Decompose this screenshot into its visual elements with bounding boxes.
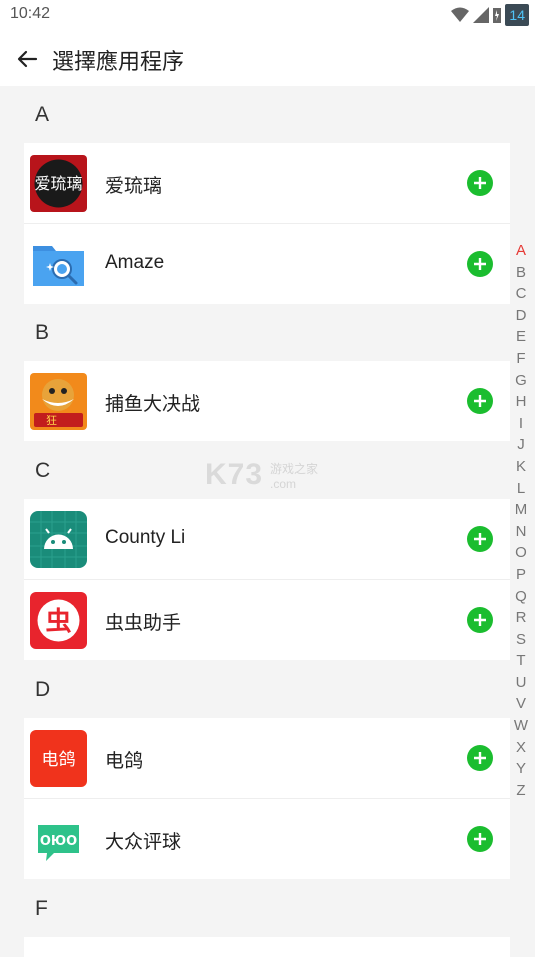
status-bar: 10:42 14	[0, 0, 535, 32]
ailiuli-app-icon: 爱琉璃	[30, 155, 87, 212]
buyu-app-icon: 狂	[30, 373, 87, 430]
app-name: 电鸽	[105, 751, 144, 772]
dazhong-icon-text: ОЮО	[40, 834, 77, 849]
plus-icon	[474, 833, 486, 845]
list-item[interactable]: 虫 虫虫助手	[24, 579, 510, 660]
plus-icon	[474, 395, 486, 407]
section-card-c: County Li 虫 虫虫助手	[24, 499, 510, 660]
list-item[interactable]: 电鸽 电鸽	[24, 718, 510, 798]
app-name: County Li	[105, 527, 186, 548]
list-item[interactable]: Amaze	[24, 223, 510, 304]
index-letter-z[interactable]: Z	[516, 780, 525, 802]
watermark-domain: .com	[270, 477, 297, 491]
app-bar: 選擇應用程序	[0, 32, 535, 86]
index-letter-c[interactable]: C	[516, 283, 527, 305]
index-letter-g[interactable]: G	[515, 370, 527, 392]
app-name: 大众评球	[105, 832, 182, 853]
add-button[interactable]	[467, 607, 493, 633]
index-letter-a[interactable]: A	[516, 240, 526, 262]
add-button[interactable]	[467, 388, 493, 414]
diange-app-icon: 电鸽	[30, 730, 87, 787]
battery-level: 14	[505, 4, 529, 26]
section-card-b: 狂 捕鱼大决战	[24, 361, 510, 441]
add-button[interactable]	[467, 745, 493, 771]
index-letter-r[interactable]: R	[516, 607, 527, 629]
index-letter-v[interactable]: V	[516, 693, 526, 715]
index-letter-t[interactable]: T	[516, 650, 525, 672]
index-letter-u[interactable]: U	[516, 672, 527, 694]
section-header-f: F	[35, 897, 48, 920]
section-header-d: D	[35, 678, 51, 701]
page-title: 選擇應用程序	[52, 49, 185, 74]
index-letter-o[interactable]: O	[515, 542, 527, 564]
index-letter-w[interactable]: W	[514, 715, 528, 737]
section-header-b: B	[35, 321, 50, 344]
app-list[interactable]: A 爱琉璃 爱琉璃 Amaze B 狂 捕鱼大决战 C County Li 虫 …	[0, 86, 535, 957]
chongchong-app-icon: 虫	[30, 592, 87, 649]
index-letter-y[interactable]: Y	[516, 758, 526, 780]
status-icons: 14	[451, 4, 529, 26]
index-letter-i[interactable]: I	[519, 413, 523, 435]
watermark-text: 游戏之家 .com	[270, 460, 318, 491]
plus-icon	[474, 258, 486, 270]
index-letter-k[interactable]: K	[516, 456, 526, 478]
chongchong-icon-text: 虫	[45, 607, 71, 637]
index-letter-h[interactable]: H	[516, 391, 527, 413]
plus-icon	[474, 752, 486, 764]
index-letter-x[interactable]: X	[516, 737, 526, 759]
index-letter-d[interactable]: D	[516, 305, 527, 327]
index-letter-e[interactable]: E	[516, 326, 526, 348]
add-button[interactable]	[467, 826, 493, 852]
plus-icon	[474, 177, 486, 189]
app-name: 爱琉璃	[105, 176, 163, 197]
section-header-a: A	[35, 103, 50, 126]
index-letter-b[interactable]: B	[516, 262, 526, 284]
buyu-icon-text: 狂	[46, 414, 57, 427]
index-letter-f[interactable]: F	[516, 348, 525, 370]
list-item[interactable]: ОЮО 大众评球	[24, 798, 510, 879]
plus-icon	[474, 533, 486, 545]
index-letter-n[interactable]: N	[516, 521, 527, 543]
index-letter-s[interactable]: S	[516, 629, 526, 651]
list-item[interactable]: 狂 捕鱼大决战	[24, 361, 510, 441]
app-name: 捕鱼大决战	[105, 394, 201, 415]
index-letter-l[interactable]: L	[517, 478, 525, 500]
index-letter-q[interactable]: Q	[515, 586, 527, 608]
diange-icon-text: 电鸽	[42, 750, 76, 770]
list-item[interactable]: County Li	[24, 499, 510, 579]
alphabet-index[interactable]: ABCDEFGHIJKLMNOPQRSTUVWXYZ	[511, 240, 531, 801]
app-name: 虫虫助手	[105, 613, 182, 634]
watermark-sub-text: 游戏之家	[270, 462, 319, 476]
section-card-a: 爱琉璃 爱琉璃 Amaze	[24, 143, 510, 304]
add-button[interactable]	[467, 251, 493, 277]
dazhong-app-icon: ОЮО	[30, 811, 87, 868]
wifi-icon	[451, 7, 470, 22]
index-letter-j[interactable]: J	[517, 434, 525, 456]
section-header-c: C	[35, 459, 51, 482]
amaze-app-icon	[30, 236, 87, 293]
app-name: Amaze	[105, 252, 165, 273]
charging-icon	[493, 8, 502, 23]
index-letter-m[interactable]: M	[515, 499, 528, 521]
index-letter-p[interactable]: P	[516, 564, 526, 586]
add-button[interactable]	[467, 526, 493, 552]
android-app-icon	[30, 511, 87, 568]
plus-icon	[474, 614, 486, 626]
section-card-d: 电鸽 电鸽 ОЮО 大众评球	[24, 718, 510, 879]
status-time: 10:42	[10, 5, 51, 22]
add-button[interactable]	[467, 170, 493, 196]
watermark-logo: K73	[205, 458, 264, 491]
ailiuli-icon-text: 爱琉璃	[34, 174, 82, 193]
section-card-f	[24, 937, 510, 957]
list-item[interactable]: 爱琉璃 爱琉璃	[24, 143, 510, 223]
back-arrow-icon[interactable]	[14, 46, 40, 72]
signal-icon	[473, 7, 490, 23]
